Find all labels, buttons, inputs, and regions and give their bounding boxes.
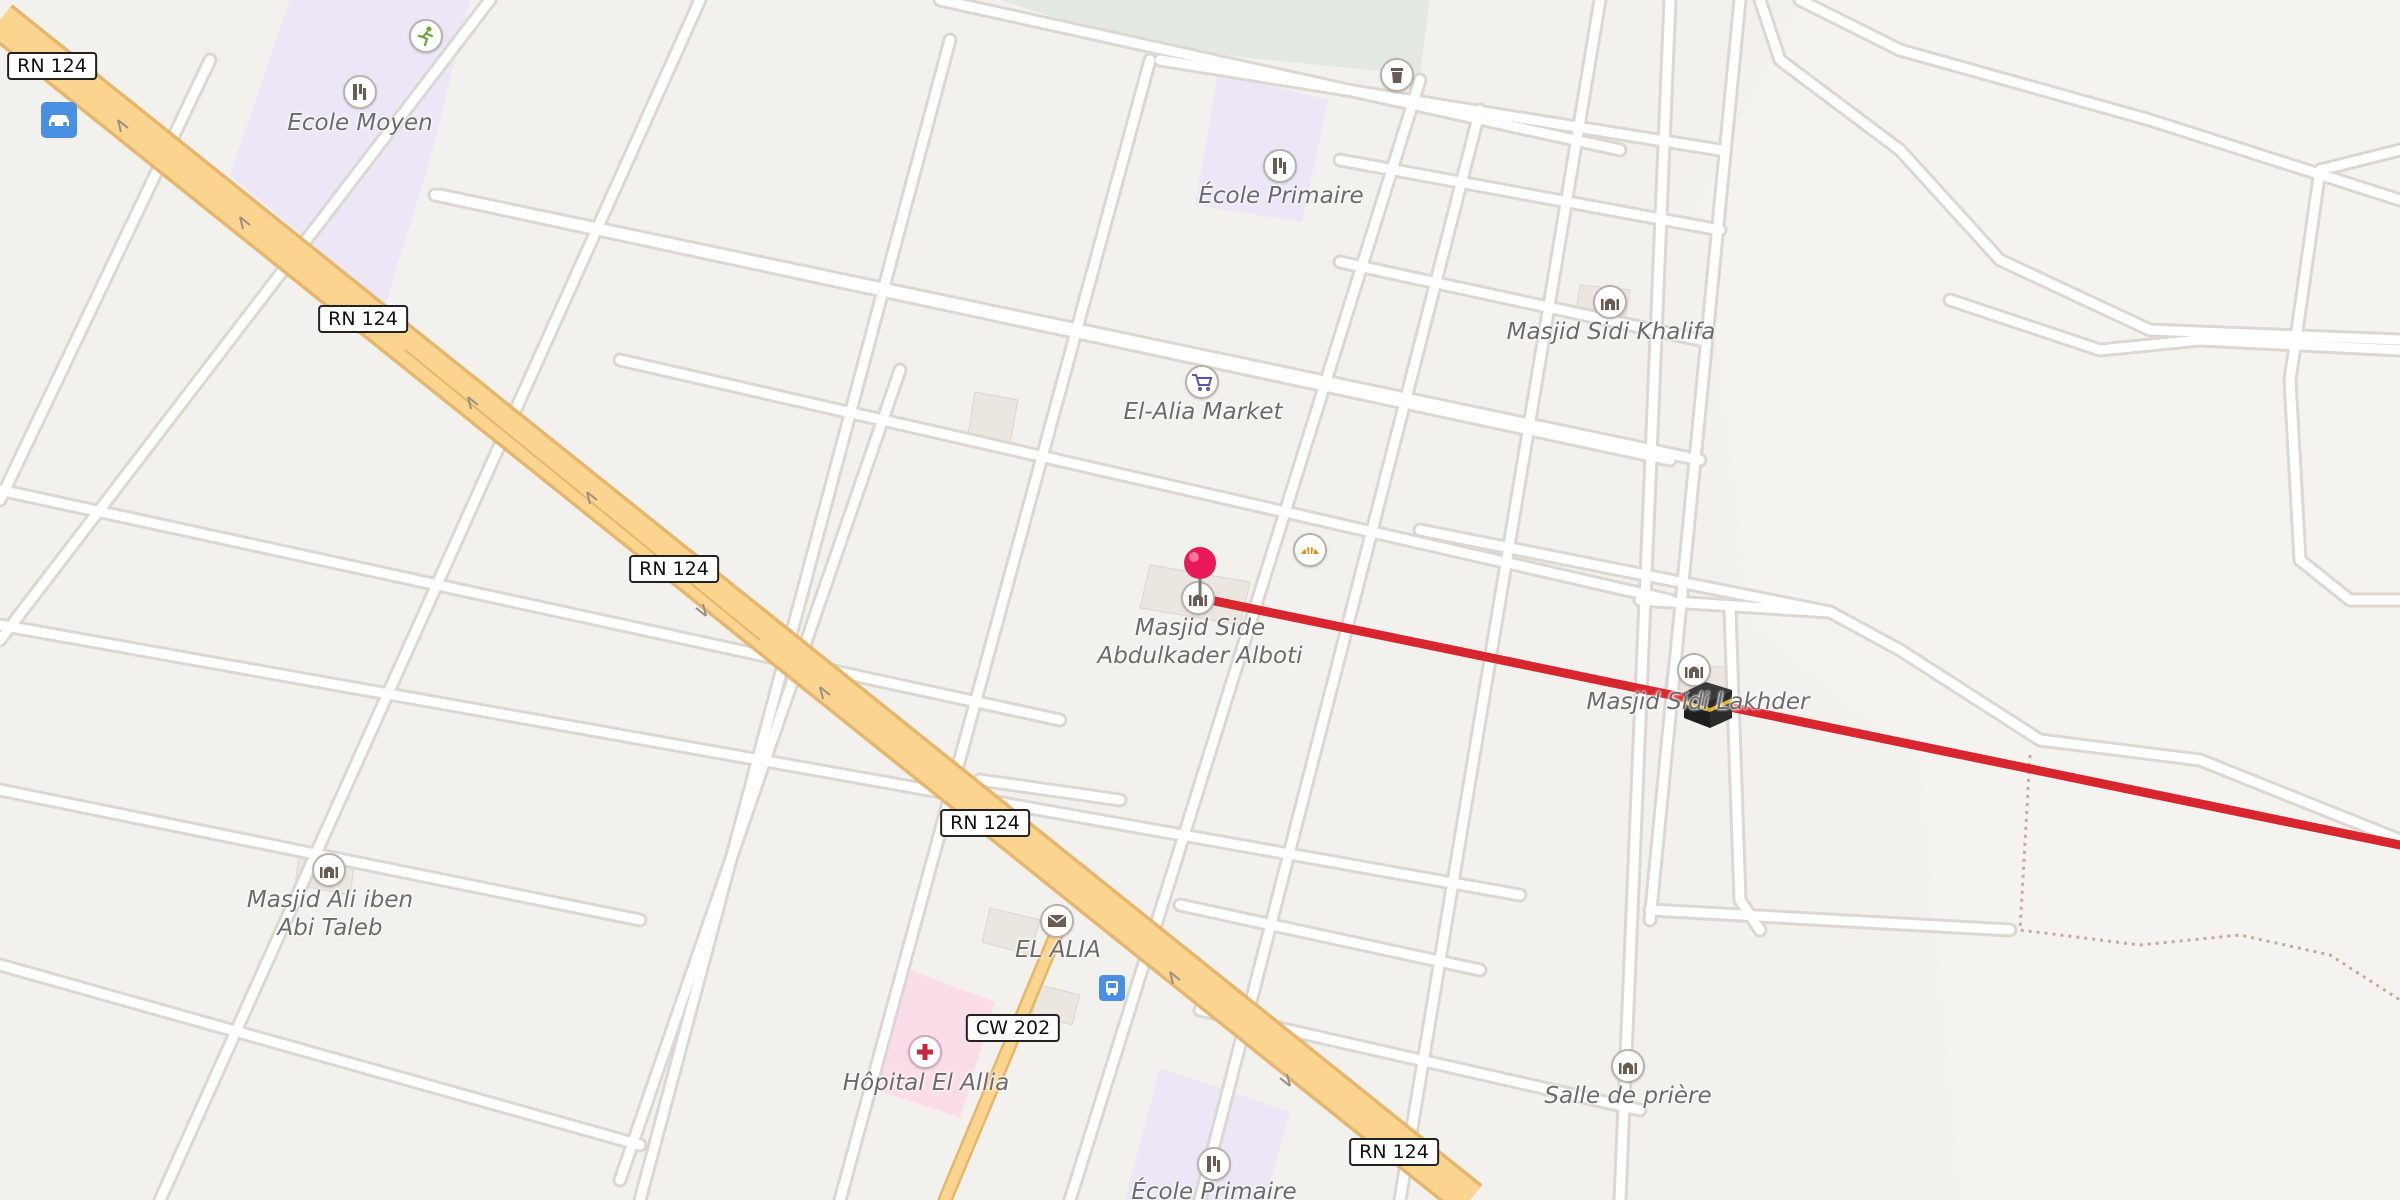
place-label-line: Masjid Ali iben [246, 887, 414, 913]
place-label-ecole-primaire: École Primaire [1198, 183, 1364, 209]
place-label-masjid-ali: Masjid Ali iben Abi Taleb [247, 886, 413, 942]
place-label-line: Masjid Side [1134, 615, 1266, 641]
mosque-icon[interactable] [312, 853, 346, 887]
road-shield-rn124: RN 124 [1349, 1138, 1439, 1166]
place-label-masjid-lakhder: Masjid Sidi Lakhder [1586, 689, 1810, 715]
place-label-salle-de-priere: Salle de prière [1544, 1083, 1712, 1109]
road-shield-rn124: RN 124 [7, 52, 97, 80]
shopping-cart-icon[interactable] [1185, 365, 1219, 399]
place-label-el-alia: EL ALIA [1015, 937, 1101, 963]
place-label-masjid-sidi-khalifa: Masjid Sidi Khalifa [1506, 319, 1716, 345]
road-shield-rn124: RN 124 [318, 305, 408, 333]
waste-basket-icon[interactable] [1380, 58, 1414, 92]
place-label-line: Abi Taleb [277, 915, 383, 941]
sport-icon[interactable] [409, 19, 443, 53]
road-shield-rn124: RN 124 [629, 555, 719, 583]
place-label-masjid-side: Masjid Side Abdulkader Alboti [1097, 614, 1302, 670]
school-icon[interactable] [343, 75, 377, 109]
mosque-icon[interactable] [1593, 285, 1627, 319]
location-pin-icon[interactable] [1182, 546, 1218, 596]
school-icon[interactable] [1263, 149, 1297, 183]
school-icon[interactable] [1197, 1147, 1231, 1181]
road-shield-cw202: CW 202 [965, 1014, 1061, 1042]
post-office-icon[interactable] [1040, 904, 1074, 938]
place-label-ecole-moyen: Ecole Moyen [287, 110, 433, 136]
bus-stop-icon[interactable] [1099, 975, 1125, 1001]
hospital-icon[interactable] [908, 1035, 942, 1069]
bakery-icon[interactable] [1293, 533, 1327, 567]
place-label-line: Abdulkader Alboti [1097, 643, 1303, 669]
map-canvas[interactable]: RN 124 RN 124 RN 124 RN 124 RN 124 CW 20… [0, 0, 2400, 1200]
mosque-icon[interactable] [1611, 1049, 1645, 1083]
place-label-el-alia-market: El-Alia Market [1123, 399, 1283, 425]
car-parking-icon[interactable] [41, 102, 77, 138]
place-label-hopital: Hôpital El Allia [842, 1070, 1010, 1096]
road-shield-rn124: RN 124 [940, 809, 1030, 837]
place-label-ecole-primaire-south: École Primaire [1131, 1179, 1297, 1200]
